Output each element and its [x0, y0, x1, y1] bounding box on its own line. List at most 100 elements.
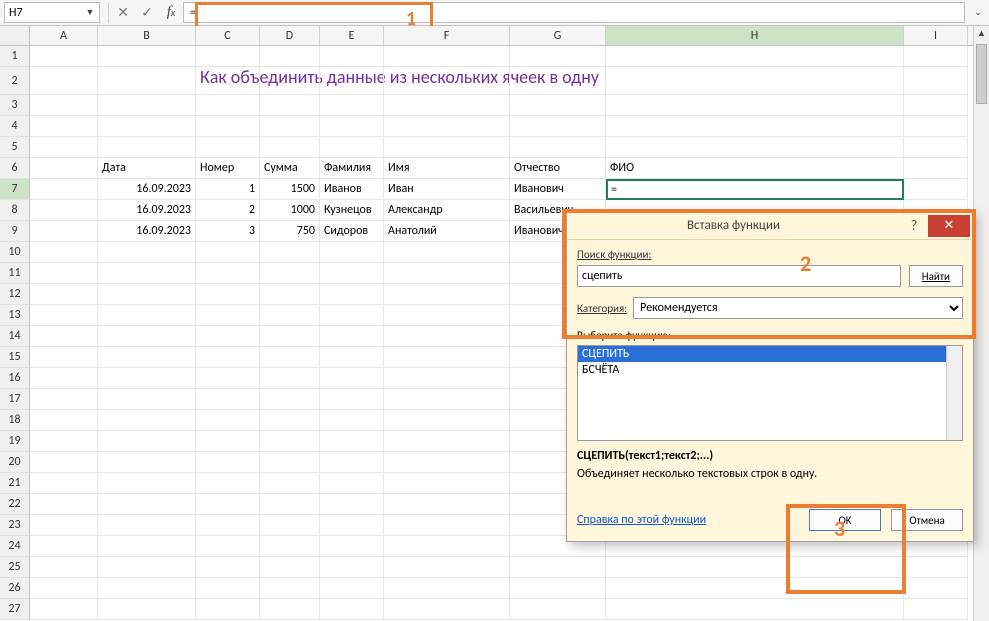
cell[interactable] — [98, 263, 196, 284]
cell[interactable] — [320, 410, 384, 431]
row-header[interactable]: 21 — [0, 473, 30, 494]
col-header[interactable]: H — [606, 26, 904, 45]
cell[interactable] — [260, 368, 320, 389]
cell[interactable] — [606, 116, 904, 137]
cell[interactable] — [320, 557, 384, 578]
cell[interactable] — [196, 410, 260, 431]
cell[interactable] — [30, 452, 98, 473]
cell[interactable] — [260, 347, 320, 368]
cell[interactable] — [320, 305, 384, 326]
cell[interactable] — [510, 46, 606, 67]
cell[interactable] — [196, 263, 260, 284]
cell[interactable] — [904, 46, 968, 67]
cell[interactable] — [196, 305, 260, 326]
cell[interactable] — [384, 578, 510, 599]
row-header[interactable]: 25 — [0, 557, 30, 578]
cell[interactable] — [510, 578, 606, 599]
cell[interactable] — [384, 389, 510, 410]
cell[interactable] — [260, 67, 320, 95]
scroll-thumb[interactable] — [976, 44, 987, 104]
cell[interactable] — [320, 95, 384, 116]
cell[interactable] — [260, 263, 320, 284]
cell[interactable]: 2 — [196, 200, 260, 221]
cell[interactable] — [98, 494, 196, 515]
col-header[interactable]: G — [510, 26, 606, 45]
cell[interactable] — [260, 95, 320, 116]
cell[interactable] — [30, 137, 98, 158]
cell[interactable] — [98, 368, 196, 389]
cell[interactable] — [510, 599, 606, 620]
cell[interactable] — [196, 536, 260, 557]
cell[interactable] — [320, 431, 384, 452]
cell[interactable]: 16.09.2023 — [98, 221, 196, 242]
row-header[interactable]: 2 — [0, 67, 30, 95]
enter-formula-icon[interactable]: ✓ — [135, 2, 159, 24]
cell[interactable] — [260, 578, 320, 599]
cancel-formula-icon[interactable]: ✕ — [111, 2, 135, 24]
cell[interactable] — [196, 578, 260, 599]
cell[interactable] — [384, 452, 510, 473]
cell[interactable] — [384, 137, 510, 158]
cell[interactable]: Анатолий — [384, 221, 510, 242]
cell[interactable] — [904, 95, 968, 116]
cell[interactable]: 16.09.2023 — [98, 200, 196, 221]
row-header[interactable]: 15 — [0, 347, 30, 368]
expand-formula-bar-icon[interactable]: ⌄ — [967, 7, 989, 18]
row-header[interactable]: 5 — [0, 137, 30, 158]
cell[interactable] — [606, 578, 904, 599]
cell[interactable] — [30, 95, 98, 116]
cell[interactable] — [196, 326, 260, 347]
cell[interactable] — [196, 452, 260, 473]
cell[interactable] — [98, 137, 196, 158]
row-header[interactable]: 13 — [0, 305, 30, 326]
cell[interactable] — [320, 368, 384, 389]
cell[interactable] — [384, 116, 510, 137]
cell[interactable] — [98, 242, 196, 263]
cell[interactable] — [320, 242, 384, 263]
cell[interactable]: Сидоров — [320, 221, 384, 242]
cell[interactable]: Кузнецов — [320, 200, 384, 221]
cell[interactable] — [510, 95, 606, 116]
cell[interactable]: Иванович — [510, 179, 606, 200]
row-header[interactable]: 12 — [0, 284, 30, 305]
cell[interactable] — [260, 326, 320, 347]
cell[interactable] — [260, 431, 320, 452]
col-header[interactable]: C — [196, 26, 260, 45]
sheet-title[interactable]: Как объединить данные из нескольких ячее… — [196, 67, 260, 95]
cell[interactable] — [384, 305, 510, 326]
help-icon[interactable]: ? — [900, 217, 928, 234]
insert-function-icon[interactable]: fx — [159, 2, 183, 24]
col-header[interactable]: F — [384, 26, 510, 45]
cell[interactable] — [606, 599, 904, 620]
cell[interactable] — [98, 431, 196, 452]
cell[interactable] — [510, 116, 606, 137]
cell[interactable] — [30, 494, 98, 515]
chevron-down-icon[interactable]: ▼ — [83, 5, 97, 20]
col-header[interactable]: E — [320, 26, 384, 45]
cell[interactable] — [30, 347, 98, 368]
cell-header[interactable]: Номер — [196, 158, 260, 179]
cell[interactable] — [196, 389, 260, 410]
row-header[interactable]: 10 — [0, 242, 30, 263]
row-header[interactable]: 1 — [0, 46, 30, 67]
cancel-button[interactable]: Отмена — [891, 509, 963, 531]
cell[interactable] — [30, 284, 98, 305]
cell[interactable] — [30, 200, 98, 221]
cell[interactable] — [510, 67, 606, 95]
row-header[interactable]: 11 — [0, 263, 30, 284]
cell[interactable] — [384, 67, 510, 95]
cell[interactable] — [904, 67, 968, 95]
cell[interactable] — [904, 179, 968, 200]
cell[interactable] — [320, 389, 384, 410]
name-box[interactable]: H7 ▼ — [4, 2, 100, 23]
cell[interactable] — [98, 347, 196, 368]
cell[interactable] — [98, 95, 196, 116]
col-header[interactable]: I — [904, 26, 968, 45]
help-link[interactable]: Справка по этой функции — [577, 513, 706, 527]
cell[interactable] — [384, 557, 510, 578]
cell[interactable] — [320, 599, 384, 620]
cell[interactable] — [30, 515, 98, 536]
cell[interactable] — [30, 263, 98, 284]
cell[interactable] — [320, 116, 384, 137]
cell[interactable] — [606, 46, 904, 67]
